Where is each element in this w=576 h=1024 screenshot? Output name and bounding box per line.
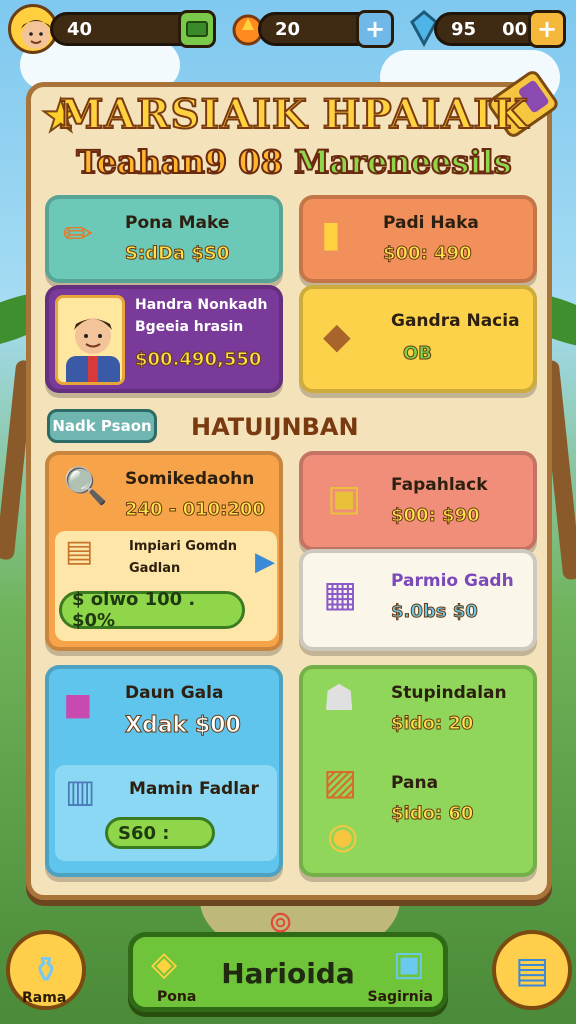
- gift-box-icon: ▣: [392, 944, 425, 984]
- add-gems-button[interactable]: +: [528, 10, 566, 48]
- card-price: OB: [402, 343, 433, 365]
- pencil-tool-icon: ✏: [63, 214, 94, 255]
- gems-extra-value: 00: [502, 18, 528, 40]
- card-price: $00.490,550: [134, 349, 262, 371]
- main-action-button[interactable]: ◈ Harioida ▣ Pona Sagirnia: [128, 932, 448, 1012]
- shop-subtitle-part-a: Teahan9 08: [75, 142, 283, 182]
- scroll-icon: ⊚: [268, 905, 294, 940]
- gems-value: 95: [451, 18, 477, 40]
- gold-coins-icon: ◉: [327, 816, 359, 857]
- rama-label: Rama: [22, 990, 67, 1006]
- card-price: $00: 490: [383, 243, 473, 265]
- card-title-line1: Handra Nonkadh: [135, 297, 268, 313]
- shop-card-gandra-nacia[interactable]: ◆ Gandra Nacia OB: [299, 285, 537, 393]
- toy-box-icon: ▦: [323, 574, 358, 615]
- card-subtitle: Pana: [391, 773, 439, 793]
- plus-icon: +: [364, 15, 386, 43]
- card-title: Parmio Gadh: [391, 571, 514, 591]
- shop-subtitle: Teahan9 08 Mareneesils: [31, 142, 557, 182]
- crate-icon: ▨: [323, 762, 358, 803]
- card-subtitle: Mamin Fadlar: [129, 779, 259, 799]
- card-price: S:dDa $S0: [124, 243, 230, 265]
- cabinet-icon: ▤: [65, 534, 94, 569]
- card-price: $ido: 20: [390, 713, 474, 735]
- card-title: Gandra Nacia: [391, 311, 520, 331]
- toolbox-icon: ▥: [65, 772, 96, 810]
- coins-value: 20: [275, 18, 301, 40]
- card-price: 240 - 010:200: [125, 499, 266, 521]
- add-coins-button[interactable]: +: [356, 10, 394, 48]
- section-tag[interactable]: Nadk Psaon: [47, 409, 157, 443]
- card-price: $ido: 60: [390, 803, 474, 825]
- card-title: Daun Gala: [125, 683, 224, 703]
- card-price: $.0bs $0: [391, 601, 479, 623]
- robot-toy-icon: ☗: [323, 678, 356, 719]
- sub-item-panel: ▥ Mamin Fadlar S60 :: [55, 765, 277, 861]
- magnifier-icon: 🔍: [63, 466, 108, 507]
- character-face-icon: [66, 318, 120, 382]
- card-price: $00: $90: [391, 505, 481, 527]
- shop-card-fapahlack[interactable]: ▣ Fapahlack $00: $90: [299, 451, 537, 551]
- shop-card-handra-nonkadh[interactable]: Handra Nonkadh Bgeeia hrasin $00.490,550: [45, 285, 283, 393]
- glue-bottle-icon: ▮: [321, 214, 341, 255]
- card-title: Padi Haka: [383, 213, 479, 233]
- card-title: Somikedaohn: [125, 469, 255, 489]
- shop-card-parmio-gadh[interactable]: ▦ Parmio Gadh $.0bs $0: [299, 549, 537, 651]
- card-title-line2: Bgeeia hrasin: [135, 319, 244, 335]
- card-price: Xdak $00: [125, 713, 242, 739]
- pink-box-icon: ◼: [63, 684, 93, 725]
- plus-icon: +: [536, 15, 558, 43]
- main-left-sublabel: Pona: [157, 989, 197, 1005]
- card-title: Stupindalan: [391, 683, 507, 703]
- card-title: Fapahlack: [391, 475, 488, 495]
- leather-bag-icon: ◆: [323, 316, 351, 357]
- card-subtitle-line1: Impiari Gomdn: [129, 539, 238, 554]
- section-heading: HATUIJNBAN: [191, 413, 359, 441]
- cash-icon: [186, 21, 208, 37]
- player-count-value: 40: [67, 18, 93, 40]
- top-bar: 40 20 + 95 00 +: [0, 0, 576, 64]
- book-icon: ▣: [327, 478, 362, 519]
- shop-card-stupindalan[interactable]: ☗ Stupindalan $ido: 20 ▨ Pana $ido: 60 ◉: [299, 665, 537, 877]
- main-right-sublabel: Sagirnia: [367, 989, 433, 1005]
- shop-card-somikedaohn[interactable]: 🔍 Somikedaohn 240 - 010:200 ▤ Impiari Go…: [45, 451, 283, 651]
- card-subtitle-line2: Gadlan: [129, 561, 181, 576]
- cash-button[interactable]: [178, 10, 216, 48]
- shop-card-pona-make[interactable]: ✏ Pona Make S:dDa $S0: [45, 195, 283, 283]
- card-title: Pona Make: [125, 213, 230, 233]
- flask-icon: ⚱: [30, 949, 62, 991]
- progress-bar: S60 :: [105, 817, 215, 849]
- shop-title: MARSIAIK HPAIAIK: [58, 90, 529, 139]
- inventory-button[interactable]: ▤: [492, 930, 572, 1010]
- shop-card-daun-gala[interactable]: ◼ Daun Gala Xdak $00 ▥ Mamin Fadlar S60 …: [45, 665, 283, 877]
- shop-subtitle-part-b: Mareneesils: [293, 142, 513, 182]
- shop-panel: ★ MARSIAIK HPAIAIK Teahan9 08 Mareneesil…: [26, 67, 561, 900]
- storage-box-icon: ▤: [514, 949, 549, 991]
- shop-card-padi-haka[interactable]: ▮ Padi Haka $00: 490: [299, 195, 537, 283]
- arrow-right-icon[interactable]: ▶: [255, 547, 275, 577]
- progress-bar: $ olwo 100 . $0%: [59, 589, 245, 631]
- character-portrait: [55, 295, 125, 385]
- sub-item-panel: ▤ Impiari Gomdn Gadlan ▶ $ olwo 100 . $0…: [55, 531, 277, 641]
